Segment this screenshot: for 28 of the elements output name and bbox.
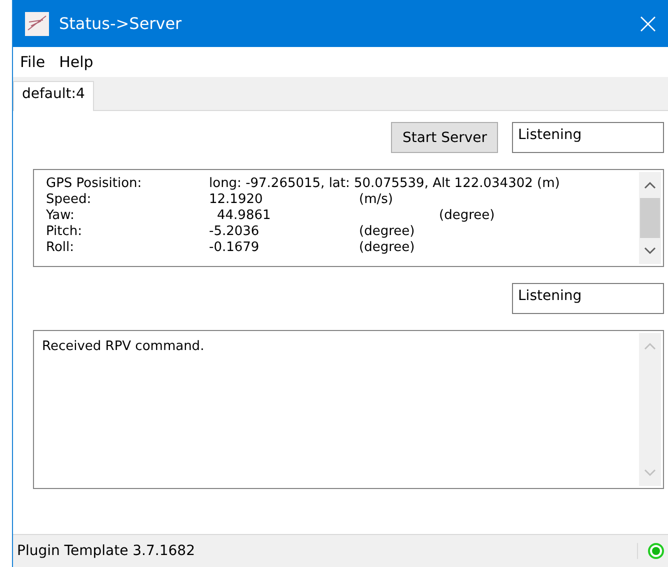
- scrollbar[interactable]: [639, 172, 661, 264]
- scroll-up-icon[interactable]: [644, 181, 656, 189]
- telemetry-value: -5.2036: [209, 224, 260, 240]
- menu-item[interactable]: File: [15, 51, 50, 73]
- telemetry-label: Roll:: [46, 240, 76, 256]
- telemetry-label: Yaw:: [46, 208, 76, 224]
- telemetry-value: -0.1679: [209, 240, 260, 256]
- telemetry-label: GPS Posisition:: [46, 176, 143, 192]
- menu-item[interactable]: Help: [54, 51, 98, 73]
- telemetry-value: 44.9861: [216, 208, 272, 224]
- telemetry-unit: (degree): [359, 224, 416, 240]
- telemetry-label: Speed:: [46, 192, 92, 208]
- window-title: Status->Server: [59, 14, 183, 33]
- telemetry-value: long: -97.265015, lat: 50.075539, Alt 122.034302 (m): [209, 176, 561, 192]
- log-line: Received RPV command.: [42, 339, 206, 354]
- app-icon: [25, 12, 49, 36]
- telemetry-unit: (m/s): [359, 192, 394, 208]
- telemetry-label: Pitch:: [46, 224, 84, 240]
- telemetry-unit: (degree): [359, 240, 416, 256]
- start-server-button[interactable]: Start Server: [391, 122, 498, 153]
- close-icon: [640, 16, 656, 32]
- status-text: Plugin Template 3.7.1682: [17, 543, 196, 559]
- server-status-field[interactable]: Listening: [512, 122, 664, 153]
- telemetry-value: 12.1920: [209, 192, 264, 208]
- tab[interactable]: default:4: [13, 81, 94, 111]
- client-status-field[interactable]: Listening: [512, 283, 664, 314]
- telemetry-unit: (degree): [439, 208, 496, 224]
- scroll-down-icon[interactable]: [644, 247, 656, 255]
